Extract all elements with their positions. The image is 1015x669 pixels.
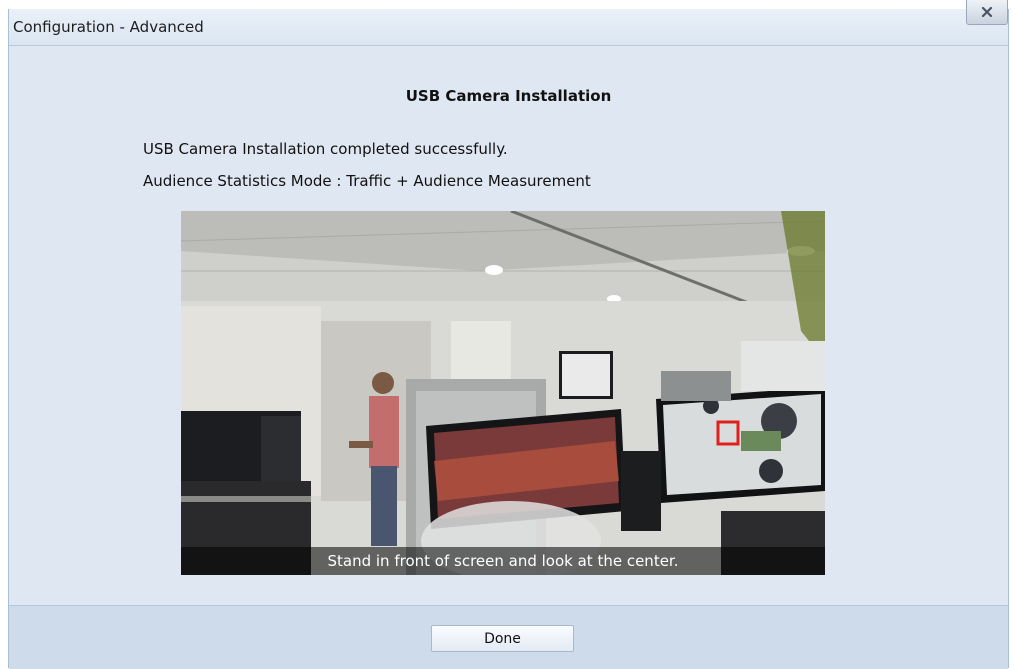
page-title: USB Camera Installation xyxy=(405,87,612,105)
close-icon xyxy=(981,7,993,17)
button-bar: Done xyxy=(9,605,1008,669)
preview-caption: Stand in front of screen and look at the… xyxy=(327,552,679,570)
configuration-dialog: Configuration - Advanced USB Camera Inst… xyxy=(8,0,1009,669)
camera-preview: Stand in front of screen and look at the… xyxy=(181,211,825,575)
window-title: Configuration - Advanced xyxy=(13,18,204,36)
camera-preview-image xyxy=(181,211,825,575)
mode-message: Audience Statistics Mode : Traffic + Aud… xyxy=(143,172,591,190)
done-button[interactable]: Done xyxy=(431,625,574,652)
status-message: USB Camera Installation completed succes… xyxy=(143,140,508,158)
close-button[interactable] xyxy=(966,0,1008,25)
dialog-content: USB Camera Installation USB Camera Insta… xyxy=(9,46,1008,608)
title-bar[interactable]: Configuration - Advanced xyxy=(9,9,1008,46)
